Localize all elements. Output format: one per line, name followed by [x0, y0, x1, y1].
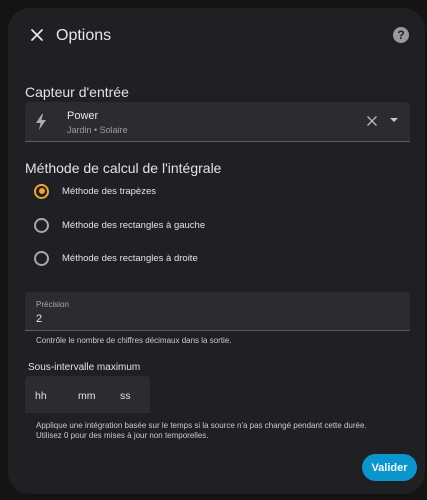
dialog-title: Options [56, 27, 112, 44]
minutes-input[interactable]: mm [78, 390, 96, 402]
submit-button[interactable]: Valider [362, 454, 417, 481]
max-interval-helper-2: Utilisez 0 pour des mises à jour non tem… [36, 431, 209, 440]
input-sensor-picker[interactable]: Power Jardin • Solaire [25, 102, 410, 142]
close-icon [31, 29, 43, 41]
precision-field[interactable]: Précision 2 [25, 292, 410, 331]
radio-button-checked[interactable] [34, 183, 49, 199]
input-sensor-label: Capteur d'entrée [25, 84, 129, 100]
options-dialog: Options ? Capteur d'entrée Power Jardin … [8, 8, 425, 494]
radio-button[interactable] [34, 217, 49, 233]
duration-input: hh mm ss [25, 376, 150, 413]
flash-icon [36, 114, 46, 130]
help-icon[interactable]: ? [393, 27, 409, 43]
hours-input[interactable]: hh [35, 390, 47, 402]
precision-input[interactable]: 2 [36, 313, 42, 325]
radio-trapezoidal[interactable]: Méthode des trapèzes [34, 181, 156, 201]
sensor-area: Jardin • Solaire [67, 125, 128, 135]
radio-label: Méthode des trapèzes [62, 185, 157, 197]
chevron-down-icon[interactable] [390, 118, 398, 122]
radio-label: Méthode des rectangles à gauche [62, 219, 206, 231]
radio-button[interactable] [34, 250, 49, 266]
close-button[interactable] [26, 24, 48, 46]
method-label: Méthode de calcul de l'intégrale [25, 160, 222, 176]
precision-helper: Contrôle le nombre de chiffres décimaux … [36, 336, 232, 345]
radio-right-rectangles[interactable]: Méthode des rectangles à droite [34, 248, 198, 268]
max-interval-label: Sous-intervalle maximum [28, 362, 141, 373]
dialog-header: Options ? [8, 8, 425, 64]
sensor-name: Power [67, 110, 99, 122]
radio-label: Méthode des rectangles à droite [62, 252, 198, 264]
seconds-input[interactable]: ss [120, 390, 131, 402]
clear-icon[interactable] [366, 115, 378, 127]
precision-label: Précision [36, 300, 69, 309]
radio-left-rectangles[interactable]: Méthode des rectangles à gauche [34, 215, 205, 235]
